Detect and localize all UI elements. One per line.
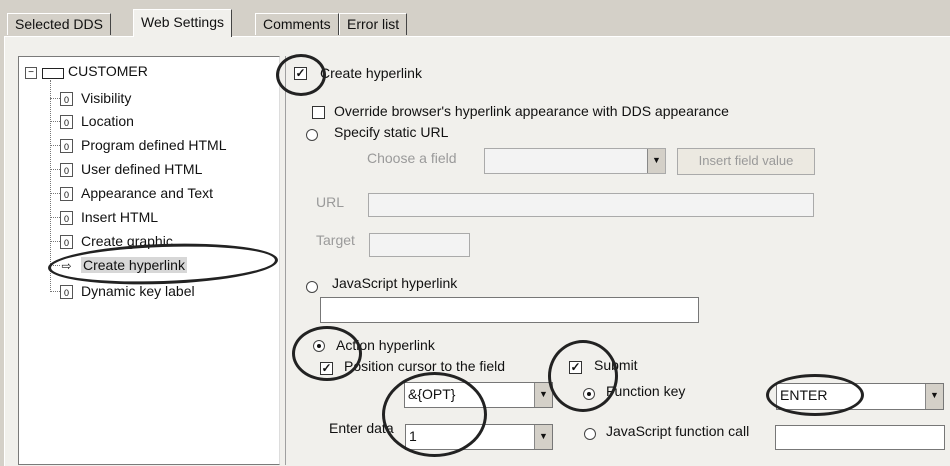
position-field-value: &{OPT} [408,386,456,402]
javascript-function-call-radio[interactable] [584,428,596,440]
position-cursor-label: Position cursor to the field [344,358,506,374]
tree-connector [50,80,51,292]
tree-item-label: User defined HTML [81,161,203,177]
tab-comments[interactable]: Comments [255,13,339,35]
record-icon [42,68,64,79]
property-icon: 0 [60,139,73,154]
javascript-hyperlink-input[interactable] [320,297,699,323]
tree-root-label[interactable]: CUSTOMER [68,63,148,79]
property-icon: 0 [60,285,73,300]
tree-item-label: Visibility [81,90,132,106]
tree-connector [50,241,60,242]
tree-item-visibility[interactable]: 0 Visibility [60,88,131,108]
enter-data-label: Enter data [329,420,394,436]
tree-item-label: Create graphic [81,233,173,249]
javascript-function-call-input[interactable] [775,425,945,450]
tree-item-create-hyperlink[interactable]: ⇨ Create hyperlink [60,255,187,275]
property-icon: 0 [60,115,73,130]
create-hyperlink-label: Create hyperlink [320,65,422,81]
tree-item-label: Dynamic key label [81,283,195,299]
choose-field-label: Choose a field [367,150,457,166]
tree-connector [50,169,60,170]
enter-data-select[interactable]: 1 ▼ [405,424,553,450]
tree-item-label: Insert HTML [81,209,159,225]
target-label: Target [316,232,355,248]
submit-checkbox[interactable]: ✓ [569,361,582,374]
tree-item-label: Location [81,113,134,129]
tree-item-location[interactable]: 0 Location [60,111,134,131]
static-url-label: Specify static URL [334,124,449,140]
pane-divider [285,56,286,465]
property-icon: 0 [60,187,73,202]
tree-connector [50,98,60,99]
chevron-down-icon[interactable]: ▼ [925,384,943,409]
javascript-function-call-label: JavaScript function call [606,423,750,439]
property-icon: 0 [60,235,73,250]
tree-connector [50,217,60,218]
override-appearance-label: Override browser's hyperlink appearance … [334,103,729,119]
choose-field-select[interactable]: ▼ [484,148,666,174]
tree-connector [50,291,60,292]
position-field-select[interactable]: &{OPT} ▼ [404,382,553,408]
function-key-value: ENTER [780,387,828,403]
chevron-down-icon[interactable]: ▼ [534,383,552,407]
function-key-radio[interactable] [583,388,595,400]
property-icon: 0 [60,163,73,178]
tree-item-dynamic-key-label[interactable]: 0 Dynamic key label [60,281,195,301]
chevron-down-icon[interactable]: ▼ [647,149,665,173]
tree-connector [50,193,60,194]
chevron-down-icon[interactable]: ▼ [534,425,552,449]
static-url-radio[interactable] [306,129,318,141]
insert-field-value-button[interactable]: Insert field value [677,148,815,175]
hyperlink-icon: ⇨ [60,259,73,274]
target-input[interactable] [369,233,470,257]
tree-connector [50,121,60,122]
tree-item-label: Create hyperlink [81,257,187,273]
submit-label: Submit [594,357,638,373]
tree-item-program-defined-html[interactable]: 0 Program defined HTML [60,135,227,155]
url-input[interactable] [368,193,814,217]
tab-web-settings[interactable]: Web Settings [133,9,233,37]
javascript-hyperlink-label: JavaScript hyperlink [332,275,458,291]
action-hyperlink-label: Action hyperlink [336,337,435,353]
tree-connector [50,265,60,266]
collapse-icon[interactable]: − [25,67,37,79]
override-appearance-checkbox[interactable] [312,106,325,119]
function-key-label: Function key [606,383,686,399]
function-key-select[interactable]: ENTER ▼ [776,383,944,410]
tree-connector [50,145,60,146]
tree-item-appearance-and-text[interactable]: 0 Appearance and Text [60,183,213,203]
property-icon: 0 [60,92,73,107]
tab-selected-dds[interactable]: Selected DDS [7,13,111,35]
tree-item-insert-html[interactable]: 0 Insert HTML [60,207,158,227]
create-hyperlink-checkbox[interactable]: ✓ [294,67,307,80]
tree-item-label: Program defined HTML [81,137,227,153]
url-label: URL [316,194,345,210]
position-cursor-checkbox[interactable]: ✓ [320,362,333,375]
tab-error-list[interactable]: Error list [339,13,408,35]
tree-item-create-graphic[interactable]: 0 Create graphic [60,231,173,251]
javascript-hyperlink-radio[interactable] [306,281,318,293]
enter-data-value: 1 [409,428,417,444]
property-icon: 0 [60,211,73,226]
tree-item-user-defined-html[interactable]: 0 User defined HTML [60,159,202,179]
tree-item-label: Appearance and Text [81,185,214,201]
action-hyperlink-radio[interactable] [313,340,325,352]
